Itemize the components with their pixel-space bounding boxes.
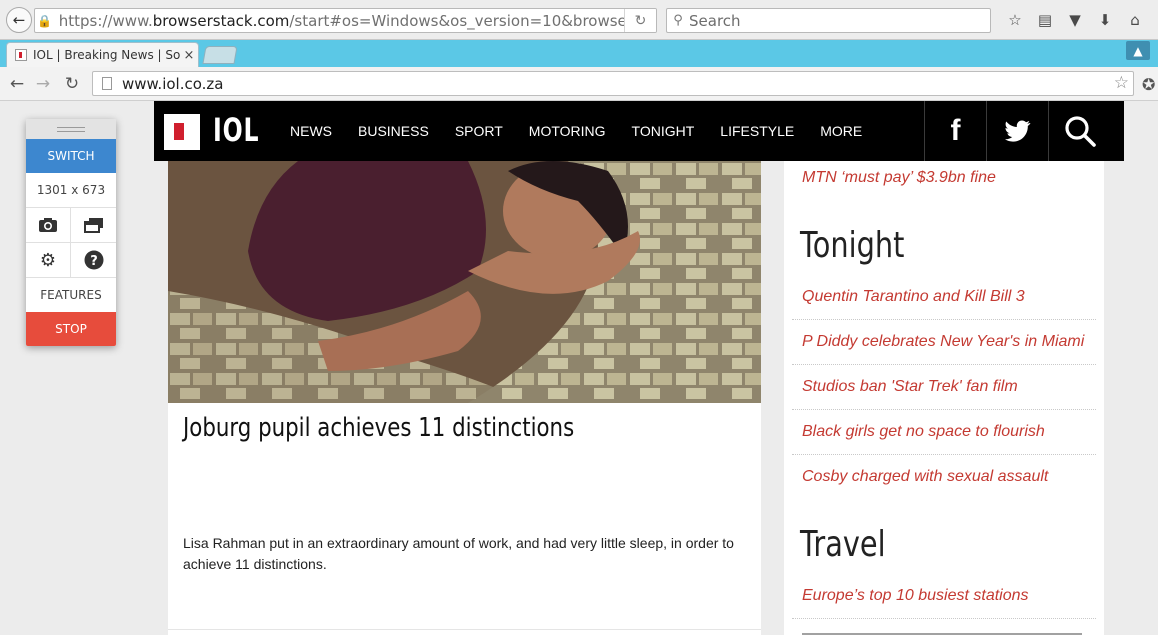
sidebar-link[interactable]: MTN ‘must pay’ $3.9bn fine xyxy=(802,169,996,187)
pocket-icon[interactable]: ▼ xyxy=(1060,8,1090,32)
reload-icon[interactable]: ↻ xyxy=(624,9,656,32)
featured-article: Joburg pupil achieves 11 distinctions Li… xyxy=(168,161,761,635)
divider xyxy=(792,454,1096,455)
article-photo[interactable] xyxy=(168,161,761,403)
address-text: www.iol.co.za xyxy=(122,74,224,93)
divider xyxy=(792,319,1096,320)
home-icon[interactable]: ⌂ xyxy=(1120,8,1150,32)
new-tab-button[interactable] xyxy=(202,46,238,64)
tab-strip: IOL | Breaking News | Sout × ▲ xyxy=(0,40,1158,67)
browserstack-panel: SWITCH 1301 x 673 ⚙ ? FEATURES STOP xyxy=(26,119,116,346)
drag-handle[interactable] xyxy=(26,119,116,139)
tab-iol[interactable]: IOL | Breaking News | Sout × xyxy=(6,42,199,67)
article-title[interactable]: Joburg pupil achieves 11 distinctions xyxy=(183,413,574,443)
search-icon[interactable] xyxy=(1048,101,1110,161)
download-icon[interactable]: ⬇ xyxy=(1090,8,1120,32)
bookmark-star-icon[interactable]: ☆ xyxy=(1000,8,1030,32)
divider xyxy=(168,629,761,630)
resolution-label[interactable]: 1301 x 673 xyxy=(26,173,116,208)
profile-icon[interactable]: ▲ xyxy=(1126,41,1150,60)
nav-motoring[interactable]: MOTORING xyxy=(529,123,606,139)
forward-arrow-icon[interactable]: → xyxy=(32,73,54,95)
sidebar-link[interactable]: Quentin Tarantino and Kill Bill 3 xyxy=(802,288,1025,306)
divider xyxy=(792,364,1096,365)
switch-button[interactable]: SWITCH xyxy=(26,139,116,173)
nav-more[interactable]: MORE xyxy=(820,123,862,139)
reload-icon[interactable]: ↻ xyxy=(61,73,83,95)
stop-button[interactable]: STOP xyxy=(26,312,116,346)
svg-text:?: ? xyxy=(90,254,98,269)
tool-row xyxy=(26,208,116,243)
sidebar-link[interactable]: P Diddy celebrates New Year's in Miami xyxy=(802,333,1084,351)
tab-title: IOL | Breaking News | Sout xyxy=(33,48,180,62)
gear-icon[interactable]: ⚙ xyxy=(26,243,71,277)
sidebar-link[interactable]: Cosby charged with sexual assault xyxy=(802,468,1048,486)
sidebar-link[interactable]: Studios ban 'Star Trek' fan film xyxy=(802,378,1018,396)
host-url-bar[interactable]: 🔒 https://www.browserstack.com/start#os=… xyxy=(34,8,657,33)
extension-icon[interactable]: ✪ xyxy=(1142,75,1155,94)
divider xyxy=(792,618,1096,619)
search-placeholder: Search xyxy=(689,11,741,30)
lock-icon: 🔒 xyxy=(37,13,53,28)
help-icon[interactable]: ? xyxy=(71,243,116,277)
sidebar: MTN ‘must pay’ $3.9bn fine Tonight Quent… xyxy=(784,161,1104,635)
host-browser-toolbar: ← 🔒 https://www.browserstack.com/start#o… xyxy=(0,0,1158,40)
host-toolbar-icons: ☆ ▤ ▼ ⬇ ⌂ xyxy=(1000,8,1150,32)
site-nav: NEWS BUSINESS SPORT MOTORING TONIGHT LIF… xyxy=(290,101,888,161)
tool-row: ⚙ ? xyxy=(26,243,116,278)
back-arrow-icon[interactable]: ← xyxy=(6,73,28,95)
facebook-icon[interactable]: f xyxy=(924,101,986,161)
page-icon xyxy=(102,77,112,90)
search-icon: ⚲ xyxy=(673,13,683,28)
twitter-icon[interactable] xyxy=(986,101,1048,161)
divider xyxy=(792,409,1096,410)
section-heading-tonight[interactable]: Tonight xyxy=(800,225,904,266)
nav-tonight[interactable]: TONIGHT xyxy=(632,123,695,139)
search-field[interactable]: ⚲ Search xyxy=(666,8,991,33)
reading-list-icon[interactable]: ▤ xyxy=(1030,8,1060,32)
section-heading-travel[interactable]: Travel xyxy=(800,524,886,565)
bookmark-star-icon[interactable]: ☆ xyxy=(1114,73,1129,93)
nav-business[interactable]: BUSINESS xyxy=(358,123,429,139)
features-button[interactable]: FEATURES xyxy=(26,278,116,312)
site-logo-text[interactable]: IOL xyxy=(213,111,259,149)
nav-lifestyle[interactable]: LIFESTYLE xyxy=(720,123,794,139)
address-bar[interactable]: www.iol.co.za ☆ xyxy=(92,71,1134,96)
iol-favicon-icon xyxy=(15,49,27,61)
close-tab-icon[interactable]: × xyxy=(180,48,198,63)
site-header: IOL NEWS BUSINESS SPORT MOTORING TONIGHT… xyxy=(154,101,1124,161)
nav-news[interactable]: NEWS xyxy=(290,123,332,139)
social-links: f xyxy=(924,101,1110,161)
iol-logo-icon[interactable] xyxy=(164,114,200,150)
arrow-left-icon: ← xyxy=(12,11,26,29)
host-url-text: https://www.browserstack.com/start#os=Wi… xyxy=(58,11,656,30)
article-summary: Lisa Rahman put in an extraordinary amou… xyxy=(183,535,734,572)
remote-browser-toolbar: ← → ↻ www.iol.co.za ☆ ✪ xyxy=(0,67,1158,101)
back-button[interactable]: ← xyxy=(6,7,32,33)
camera-icon[interactable] xyxy=(26,208,71,242)
nav-sport[interactable]: SPORT xyxy=(455,123,503,139)
sidebar-link[interactable]: Europe’s top 10 busiest stations xyxy=(802,587,1029,605)
windows-icon[interactable] xyxy=(71,208,116,242)
sidebar-link[interactable]: Black girls get no space to flourish xyxy=(802,423,1045,441)
